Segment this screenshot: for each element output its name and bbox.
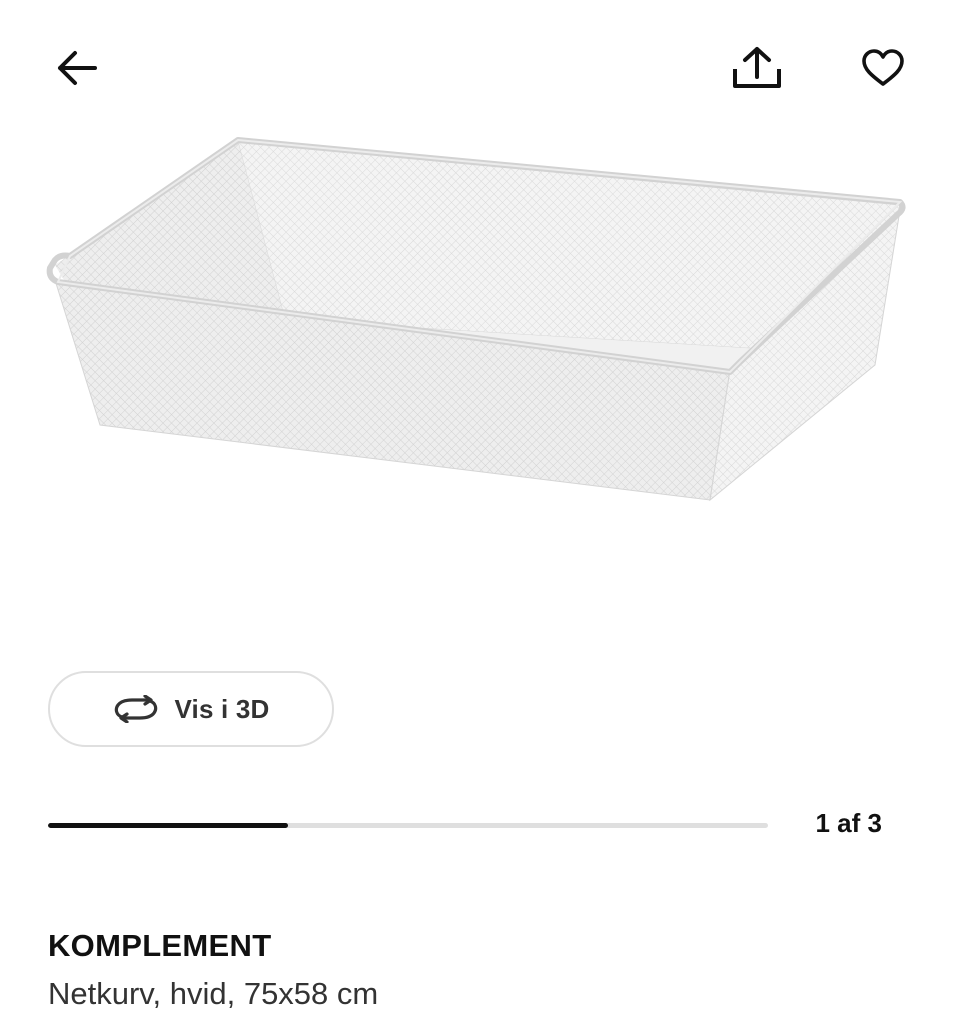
gallery-page-counter: 1 af 3 [815, 808, 883, 838]
wire-basket-illustration [46, 137, 906, 502]
share-upload-icon [733, 47, 781, 88]
gallery-progress-fill [48, 823, 288, 828]
product-description: Netkurv, hvid, 75x58 cm [48, 976, 379, 1011]
back-button[interactable] [45, 36, 109, 100]
rotate-3d-icon [115, 695, 158, 723]
heart-outline-icon [862, 49, 904, 86]
share-button[interactable] [725, 36, 789, 100]
top-bar [0, 0, 960, 140]
view-in-3d-button[interactable]: Vis i 3D [48, 671, 334, 747]
product-image[interactable] [40, 130, 920, 520]
view-in-3d-label: Vis i 3D [174, 693, 270, 724]
gallery-progress-bar[interactable] [48, 823, 768, 828]
favorite-button[interactable] [851, 36, 915, 100]
product-name: KOMPLEMENT [48, 928, 272, 963]
arrow-left-icon [58, 51, 97, 85]
